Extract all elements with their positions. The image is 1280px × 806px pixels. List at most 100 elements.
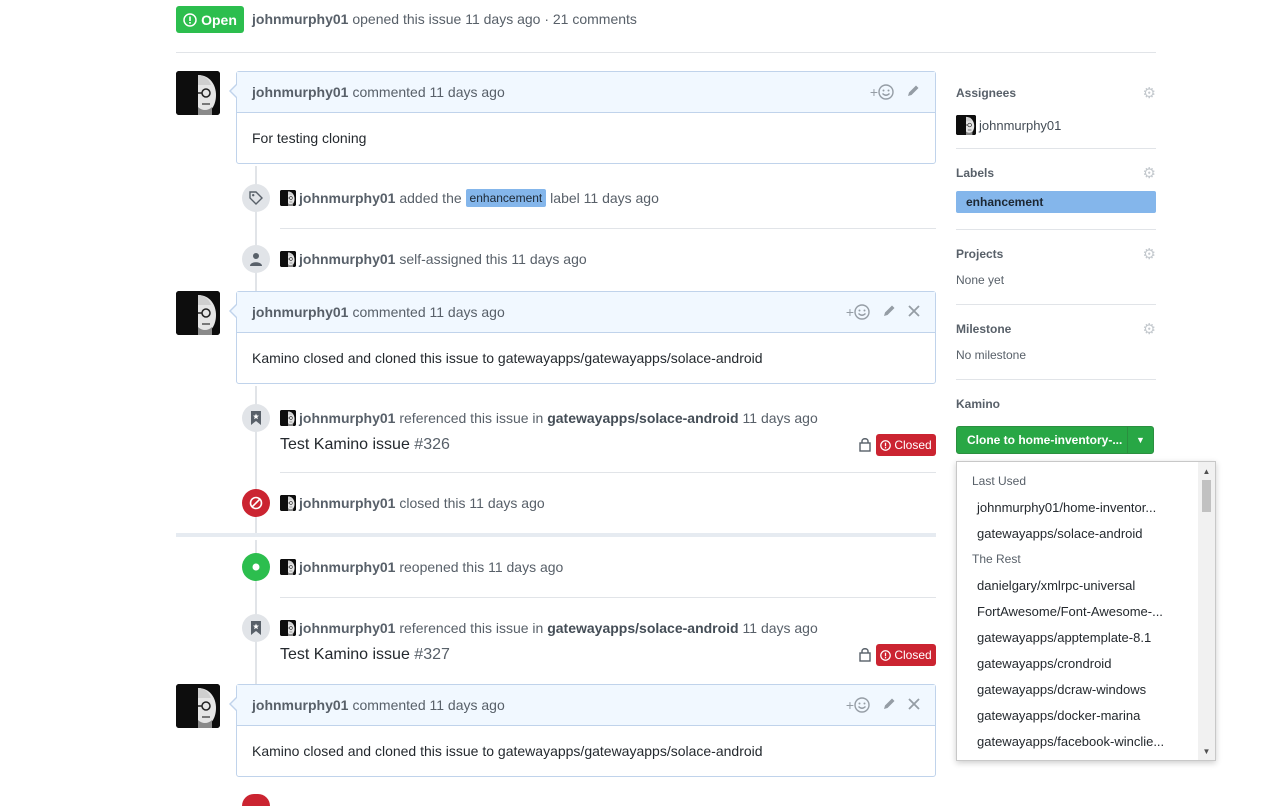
comment-avatar[interactable]: [176, 71, 220, 115]
sidebar-divider: [956, 148, 1156, 149]
referenced-issue-number[interactable]: #326: [414, 436, 450, 453]
sidebar-label-enhancement[interactable]: enhancement: [956, 191, 1156, 213]
event-text: referenced this issue in: [399, 620, 544, 636]
add-reaction-icon[interactable]: +: [846, 697, 870, 713]
referenced-issue-name[interactable]: Test Kamino issue: [280, 646, 410, 663]
clone-target-dropdown[interactable]: Last Used johnmurphy01/home-inventor... …: [956, 461, 1216, 761]
assignee-item[interactable]: johnmurphy01: [956, 115, 1156, 135]
comment-box: johnmurphy01 commented 11 days ago + Kam…: [229, 684, 936, 777]
event-avatar[interactable]: [280, 190, 296, 206]
timeline-divider: [280, 472, 936, 473]
event-actor-link[interactable]: johnmurphy01: [299, 495, 395, 511]
event-avatar[interactable]: [280, 410, 296, 426]
comment-timestamp[interactable]: commented 11 days ago: [352, 84, 504, 100]
kamino-section: Kamino: [956, 396, 1156, 412]
event-avatar[interactable]: [280, 495, 296, 511]
label-chip-enhancement[interactable]: enhancement: [465, 189, 547, 207]
issue-author-link[interactable]: johnmurphy01: [252, 11, 348, 27]
edit-pencil-icon[interactable]: [906, 84, 920, 101]
dropdown-option[interactable]: johnmurphy01/home-inventor...: [957, 494, 1215, 520]
clone-dropdown-toggle[interactable]: ▼: [1127, 427, 1153, 453]
add-reaction-icon[interactable]: +: [846, 304, 870, 320]
comment-author-link[interactable]: johnmurphy01: [252, 84, 348, 100]
assignee-name[interactable]: johnmurphy01: [979, 118, 1061, 133]
comment-header: johnmurphy01 commented 11 days ago +: [237, 292, 935, 333]
repo-link[interactable]: gatewayapps/solace-android: [547, 620, 738, 636]
edit-pencil-icon[interactable]: [882, 697, 896, 714]
comment-body: For testing cloning: [252, 130, 367, 146]
repo-link[interactable]: gatewayapps/solace-android: [547, 410, 738, 426]
dropdown-option[interactable]: gatewayapps/facebook-winclie...: [957, 728, 1215, 754]
gear-icon[interactable]: ⚙: [1143, 320, 1156, 338]
assignee-avatar[interactable]: [956, 115, 976, 135]
dropdown-option[interactable]: gatewayapps/solace-android: [957, 520, 1215, 546]
timeline-divider: [280, 228, 936, 229]
comment-header: johnmurphy01 commented 11 days ago +: [237, 685, 935, 726]
dropdown-option[interactable]: gatewayapps/docker-marina: [957, 702, 1215, 728]
sidebar-divider: [956, 229, 1156, 230]
comment-header: johnmurphy01 commented 11 days ago +: [237, 72, 935, 113]
tag-icon: [242, 184, 270, 212]
bookmark-icon: [242, 404, 270, 432]
dropdown-option[interactable]: FortAwesome/Font-Awesome-...: [957, 598, 1215, 624]
add-reaction-icon[interactable]: +: [870, 84, 894, 100]
event-avatar[interactable]: [280, 620, 296, 636]
closed-status-badge: Closed: [876, 434, 936, 456]
referenced-issue-number[interactable]: #327: [414, 646, 450, 663]
bookmark-icon: [242, 614, 270, 642]
reference-event: johnmurphy01 referenced this issue in ga…: [280, 618, 818, 638]
referenced-issue-title[interactable]: Test Kamino issue #327: [280, 646, 450, 664]
scroll-up-arrow-icon[interactable]: ▲: [1198, 464, 1215, 478]
event-timestamp[interactable]: 11 days ago: [743, 410, 818, 426]
gear-icon[interactable]: ⚙: [1143, 84, 1156, 102]
dropdown-scrollbar[interactable]: ▲ ▼: [1198, 462, 1215, 760]
event-text: self-assigned this 11 days ago: [399, 251, 587, 267]
kamino-heading: Kamino: [956, 397, 1001, 411]
delete-x-icon[interactable]: [908, 304, 920, 320]
delete-x-icon[interactable]: [908, 697, 920, 713]
event-actor-link[interactable]: johnmurphy01: [299, 410, 395, 426]
referenced-issue-title[interactable]: Test Kamino issue #326: [280, 436, 450, 454]
comment-avatar[interactable]: [176, 291, 220, 335]
dropdown-option[interactable]: gatewayapps/dcraw-windows: [957, 676, 1215, 702]
edit-pencil-icon[interactable]: [882, 304, 896, 321]
referenced-issue-name[interactable]: Test Kamino issue: [280, 436, 410, 453]
issue-state-badge: Open: [176, 6, 244, 33]
sidebar-divider: [956, 379, 1156, 380]
comment-timestamp[interactable]: commented 11 days ago: [352, 304, 504, 320]
event-text: label 11 days ago: [550, 190, 659, 206]
caret-down-icon: ▼: [1136, 435, 1145, 445]
comment-author-link[interactable]: johnmurphy01: [252, 304, 348, 320]
timeline-break: [176, 533, 936, 537]
comment-body: Kamino closed and cloned this issue to g…: [252, 743, 763, 759]
event-actor-link[interactable]: johnmurphy01: [299, 190, 395, 206]
scroll-down-arrow-icon[interactable]: ▼: [1198, 744, 1215, 758]
event-actor-link[interactable]: johnmurphy01: [299, 251, 395, 267]
assign-event: johnmurphy01 self-assigned this 11 days …: [280, 249, 587, 269]
event-timestamp[interactable]: 11 days ago: [743, 620, 818, 636]
next-event-icon: [242, 794, 270, 806]
comment-avatar[interactable]: [176, 684, 220, 728]
event-text: reopened this 11 days ago: [399, 559, 564, 575]
closed-status-badge: Closed: [876, 644, 936, 666]
comment-box: johnmurphy01 commented 11 days ago + Kam…: [229, 291, 936, 384]
labels-section: Labels ⚙ enhancement: [956, 165, 1156, 213]
gear-icon[interactable]: ⚙: [1143, 245, 1156, 263]
reopened-event: johnmurphy01 reopened this 11 days ago: [280, 557, 563, 577]
issue-opened-text: opened this issue 11 days ago · 21 comme…: [352, 11, 637, 27]
gear-icon[interactable]: ⚙: [1143, 164, 1156, 182]
scrollbar-thumb[interactable]: [1202, 480, 1211, 512]
comment-author-link[interactable]: johnmurphy01: [252, 697, 348, 713]
dropdown-group-label: Last Used: [972, 474, 1027, 488]
comment-timestamp[interactable]: commented 11 days ago: [352, 697, 504, 713]
dropdown-option[interactable]: gatewayapps/crondroid: [957, 650, 1215, 676]
dropdown-option[interactable]: gatewayapps/apptemplate-8.1: [957, 624, 1215, 650]
event-avatar[interactable]: [280, 251, 296, 267]
event-actor-link[interactable]: johnmurphy01: [299, 559, 395, 575]
clone-button[interactable]: Clone to home-inventory-...: [957, 427, 1127, 453]
projects-section: Projects ⚙ None yet: [956, 246, 1156, 287]
assignees-section: Assignees ⚙ johnmurphy01: [956, 85, 1156, 135]
event-actor-link[interactable]: johnmurphy01: [299, 620, 395, 636]
event-avatar[interactable]: [280, 559, 296, 575]
dropdown-option[interactable]: danielgary/xmlrpc-universal: [957, 572, 1215, 598]
